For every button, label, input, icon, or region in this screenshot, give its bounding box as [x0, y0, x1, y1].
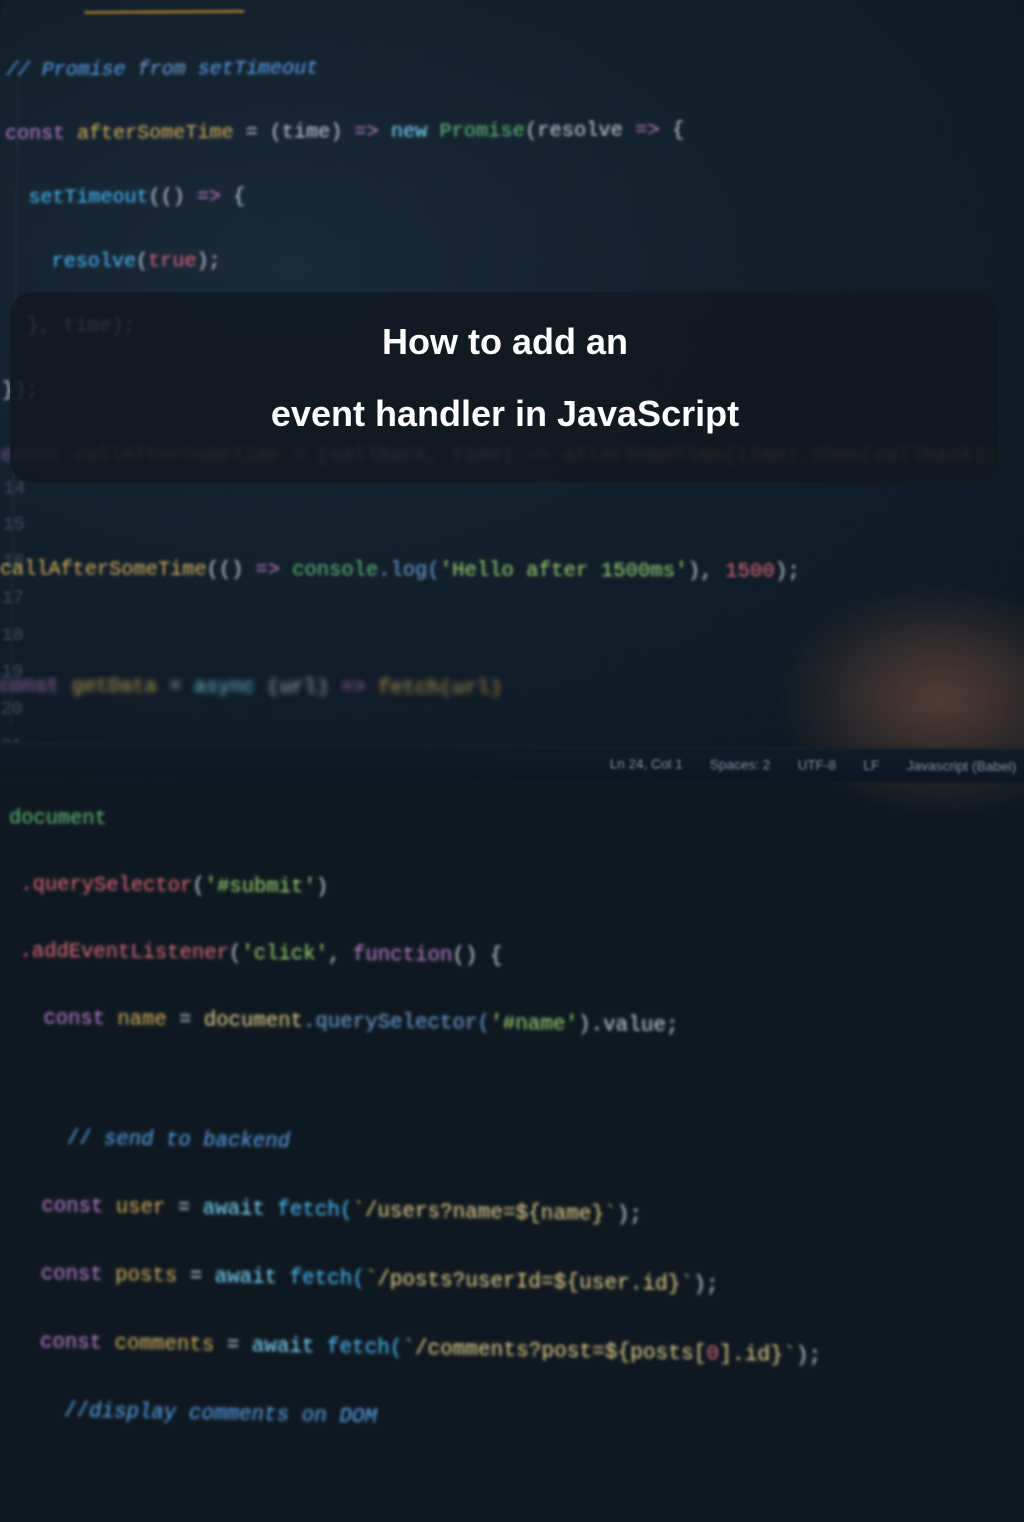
code-token: ); [796, 1344, 822, 1369]
code-token: async [181, 676, 267, 700]
code-token: await [202, 1265, 290, 1291]
code-token: send to backend [104, 1128, 290, 1155]
code-token: `/posts?userId=${user.id}` [365, 1267, 693, 1297]
code-token: // [17, 1126, 104, 1151]
code-token: const [5, 123, 65, 146]
code-token: ); [617, 1203, 642, 1228]
code-token: const [0, 675, 59, 699]
code-token: => [341, 676, 366, 700]
code-token: = [246, 122, 258, 145]
code-token: => [355, 121, 379, 144]
code-token: document [9, 807, 107, 832]
code-token: display comments on DOM [89, 1400, 377, 1430]
code-token: { [660, 119, 685, 142]
code-token: (() [149, 186, 197, 209]
code-token: // [14, 1398, 89, 1424]
code-token: ( [192, 875, 204, 899]
code-token: '#name' [490, 1012, 578, 1037]
code-token: const [0, 1194, 104, 1220]
code-token: `/comments?post=${posts[ [402, 1337, 706, 1367]
code-token: true [148, 250, 197, 273]
code-token: (() [207, 559, 256, 583]
code-token: .addEventListener [0, 939, 229, 965]
code-token: => [256, 559, 281, 583]
code-token: .querySelector( [303, 1010, 490, 1036]
code-token: await [190, 1197, 277, 1223]
code-token: callAfterSomeTime [0, 558, 207, 582]
code-token: function [353, 943, 453, 968]
status-cursor-pos[interactable]: Ln 24, Col 1 [610, 756, 683, 772]
code-token: ( [229, 942, 242, 966]
code-token: await [239, 1334, 327, 1360]
code-token: fetch(url) [366, 677, 502, 702]
code-token: name [105, 1008, 179, 1033]
code-token: fetch( [327, 1335, 402, 1361]
code-token: fetch( [277, 1198, 352, 1224]
code-token: .log( [378, 559, 440, 583]
code-token: ].id}` [719, 1342, 796, 1368]
status-indent[interactable]: Spaces: 2 [710, 756, 771, 772]
title-overlay: How to add an event handler in JavaScrip… [10, 292, 1000, 483]
status-eol[interactable]: LF [863, 757, 879, 773]
status-encoding[interactable]: UTF-8 [797, 757, 836, 773]
code-token: = [169, 676, 181, 700]
code-token: (time) [258, 121, 355, 145]
code-token: // [6, 59, 42, 82]
title-line-2: event handler in JavaScript [30, 393, 980, 435]
code-token: console [280, 559, 378, 583]
code-token: Promise [42, 59, 126, 82]
code-token: const [0, 1006, 105, 1031]
code-token: ); [693, 1273, 719, 1298]
code-token: posts [103, 1263, 190, 1289]
code-token: , [328, 943, 353, 967]
code-token: resolve [3, 250, 136, 273]
code-token: setTimeout [4, 186, 148, 210]
code-token: 1500 [725, 560, 775, 584]
code-token: () { [453, 944, 503, 969]
code-token: from [126, 58, 198, 81]
code-token: user [103, 1195, 178, 1221]
code-token: ( [136, 250, 148, 273]
code-token: = [227, 1334, 240, 1359]
code-token: const [0, 1261, 103, 1287]
code-token: (resolve [525, 120, 635, 144]
code-token: ); [196, 250, 220, 273]
code-token: 'click' [241, 942, 328, 967]
code-token: ), [687, 560, 725, 584]
code-token: ); [775, 560, 800, 584]
status-language[interactable]: Javascript (Babel) [907, 758, 1017, 774]
title-line-1: How to add an [30, 320, 980, 363]
code-token: (url) [267, 676, 341, 700]
code-token: document [191, 1009, 303, 1034]
code-token: = [179, 1008, 192, 1032]
code-token: const [0, 1329, 102, 1356]
code-token: => [635, 119, 660, 142]
code-token: 0 [706, 1342, 719, 1367]
code-token: getData [59, 675, 169, 699]
code-token: Promise [440, 120, 525, 144]
code-token: '#submit' [205, 875, 316, 900]
code-token: afterSomeTime [65, 122, 246, 146]
code-token: `/users?name=${name}` [352, 1199, 616, 1228]
code-token: 'Hello after 1500ms' [440, 559, 688, 583]
code-token: => [197, 186, 221, 209]
code-token: { [221, 186, 245, 209]
code-token: setTimeout [198, 57, 319, 81]
code-token: .querySelector [0, 873, 192, 899]
code-token: = [178, 1196, 191, 1221]
code-token: new [379, 121, 440, 144]
code-token: ).value; [578, 1013, 679, 1039]
code-token: fetch( [290, 1266, 365, 1292]
code-token: = [190, 1265, 203, 1290]
code-token: comments [102, 1331, 227, 1358]
code-token: ) [316, 876, 328, 900]
